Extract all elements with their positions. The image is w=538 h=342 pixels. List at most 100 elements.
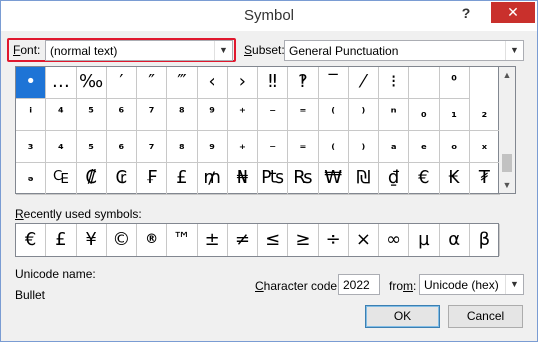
symbol-cell[interactable]: …: [46, 67, 77, 99]
symbol-cell[interactable]: ₎: [348, 131, 379, 163]
title-bar: Symbol ? ✕: [1, 1, 537, 31]
recent-symbol-cell[interactable]: ±: [198, 224, 228, 256]
symbol-cell[interactable]: ′: [106, 67, 137, 99]
symbol-cell[interactable]: ⁄: [348, 67, 379, 99]
from-dropdown[interactable]: Unicode (hex) ▼: [419, 274, 524, 295]
symbol-cell[interactable]: ₇: [137, 131, 168, 163]
ok-button[interactable]: OK: [365, 305, 440, 328]
recent-symbol-cell[interactable]: ≥: [288, 224, 319, 256]
symbol-cell[interactable]: ₨: [288, 163, 319, 195]
symbol-cell[interactable]: ₃: [16, 131, 47, 163]
symbol-cell[interactable]: ₥: [197, 163, 228, 195]
symbol-cell[interactable]: [409, 67, 440, 99]
help-button[interactable]: ?: [455, 2, 477, 24]
symbol-cell[interactable]: ‾: [318, 67, 349, 99]
subset-dropdown[interactable]: General Punctuation ▼: [284, 40, 524, 61]
recent-symbol-cell[interactable]: ≤: [258, 224, 289, 256]
recently-used-symbols[interactable]: € £ ¥ © ® ™ ± ≠ ≤ ≥ ÷ × ∞ µ α β: [15, 223, 500, 257]
symbol-cell[interactable]: ₊: [227, 131, 258, 163]
recent-symbol-cell[interactable]: µ: [409, 224, 440, 256]
symbol-cell[interactable]: ‰: [76, 67, 107, 99]
symbol-cell[interactable]: ₣: [137, 163, 168, 195]
recent-symbol-cell[interactable]: €: [16, 224, 47, 256]
recent-symbol-cell[interactable]: ©: [107, 224, 137, 256]
scroll-thumb[interactable]: [502, 154, 512, 172]
symbol-cell[interactable]: ₪: [348, 163, 379, 195]
symbol-cell[interactable]: •: [16, 67, 47, 99]
symbol-cell[interactable]: ₌: [288, 131, 319, 163]
symbol-cell[interactable]: ₉: [197, 131, 228, 163]
symbol-cell[interactable]: ⁰: [439, 67, 470, 99]
scroll-down-arrow-icon[interactable]: ▼: [499, 177, 515, 193]
recent-symbol-cell[interactable]: ∞: [379, 224, 410, 256]
grid-scrollbar[interactable]: ▲ ▼: [499, 66, 516, 194]
recent-symbol-cell[interactable]: ≠: [228, 224, 258, 256]
symbol-cell[interactable]: ₓ: [469, 131, 500, 163]
symbol-cell[interactable]: ₡: [76, 163, 107, 195]
character-code-input[interactable]: 2022: [338, 274, 380, 295]
symbol-cell[interactable]: ₮: [469, 163, 500, 195]
symbol-cell[interactable]: ₔ: [16, 163, 47, 195]
chevron-down-icon[interactable]: ▼: [505, 41, 523, 60]
symbol-grid[interactable]: •… ‰ ′ ″ ‴ ‹ › ‼ ‽ ‾ ⁄ ⁝ ⁰ ⁱ ⁴ ⁵ ⁶ ⁷ ⁸ ⁹ ⁺ ⁻ ⁼ ⁽ ⁾ ⁿ ₀ ₁ ₂ ₃ ₄ ₅ ₆ ₇ ₈ ₉ ₊ ₋ ₌…: [15, 66, 500, 195]
symbol-cell[interactable]: ⁻: [258, 99, 289, 131]
symbol-cell[interactable]: ‴: [167, 67, 198, 99]
unicode-name-value: Bullet: [15, 288, 46, 302]
close-button[interactable]: ✕: [491, 2, 535, 23]
symbol-cell[interactable]: ″: [137, 67, 168, 99]
symbol-cell[interactable]: ⁝: [379, 67, 410, 99]
recent-symbol-cell[interactable]: ¥: [77, 224, 107, 256]
symbol-cell[interactable]: ⁴: [46, 99, 77, 131]
symbol-cell[interactable]: ₠: [46, 163, 77, 195]
symbol-cell[interactable]: ₄: [46, 131, 77, 163]
recent-symbol-cell[interactable]: ™: [167, 224, 198, 256]
symbol-cell[interactable]: ₫: [379, 163, 410, 195]
chevron-down-icon[interactable]: ▼: [505, 275, 523, 294]
symbol-cell[interactable]: ‼: [258, 67, 289, 99]
symbol-cell[interactable]: ⁶: [106, 99, 137, 131]
symbol-cell[interactable]: ›: [227, 67, 258, 99]
symbol-cell[interactable]: ₋: [258, 131, 289, 163]
symbol-cell[interactable]: ‽: [288, 67, 319, 99]
recent-symbol-cell[interactable]: £: [46, 224, 77, 256]
symbol-cell[interactable]: ⁷: [137, 99, 168, 131]
symbol-cell[interactable]: ⁸: [167, 99, 198, 131]
symbol-cell[interactable]: ₒ: [439, 131, 470, 163]
symbol-cell[interactable]: ₍: [318, 131, 349, 163]
symbol-cell[interactable]: ₩: [318, 163, 349, 195]
recent-symbol-cell[interactable]: β: [470, 224, 500, 256]
symbol-cell[interactable]: ₢: [106, 163, 137, 195]
recent-symbol-cell[interactable]: ÷: [319, 224, 349, 256]
symbol-cell[interactable]: ⁺: [227, 99, 258, 131]
symbol-cell[interactable]: ₭: [439, 163, 470, 195]
cancel-button[interactable]: Cancel: [448, 305, 523, 328]
symbol-cell[interactable]: ⁾: [348, 99, 379, 131]
symbol-cell[interactable]: €: [409, 163, 440, 195]
symbol-cell[interactable]: ₀: [409, 99, 440, 131]
symbol-cell[interactable]: ⁽: [318, 99, 349, 131]
symbol-cell[interactable]: ₦: [227, 163, 258, 195]
symbol-cell[interactable]: ₂: [469, 99, 500, 131]
symbol-cell[interactable]: ₆: [106, 131, 137, 163]
recent-symbol-cell[interactable]: α: [440, 224, 470, 256]
symbol-cell[interactable]: ⁵: [76, 99, 107, 131]
symbol-cell[interactable]: ₁: [439, 99, 470, 131]
symbol-cell[interactable]: ₅: [76, 131, 107, 163]
font-label: Font:: [13, 43, 41, 57]
scroll-up-arrow-icon[interactable]: ▲: [499, 67, 515, 83]
symbol-dialog: Symbol ? ✕ Font: (normal text) ▼ Subset:…: [0, 0, 538, 342]
recent-symbol-cell[interactable]: ×: [349, 224, 379, 256]
symbol-cell[interactable]: ⁹: [197, 99, 228, 131]
chevron-down-icon[interactable]: ▼: [214, 41, 232, 60]
symbol-cell[interactable]: ₈: [167, 131, 198, 163]
symbol-cell[interactable]: ⁼: [288, 99, 319, 131]
symbol-cell[interactable]: ₐ: [379, 131, 410, 163]
font-dropdown[interactable]: (normal text) ▼: [45, 40, 233, 61]
symbol-cell[interactable]: £: [167, 163, 198, 195]
recent-symbol-cell[interactable]: ®: [137, 224, 168, 256]
symbol-cell[interactable]: ‹: [197, 67, 228, 99]
symbol-cell[interactable]: ⁱ: [16, 99, 47, 131]
symbol-cell[interactable]: ₧: [258, 163, 289, 195]
symbol-cell[interactable]: ₑ: [409, 131, 440, 163]
symbol-cell[interactable]: ⁿ: [379, 99, 410, 131]
